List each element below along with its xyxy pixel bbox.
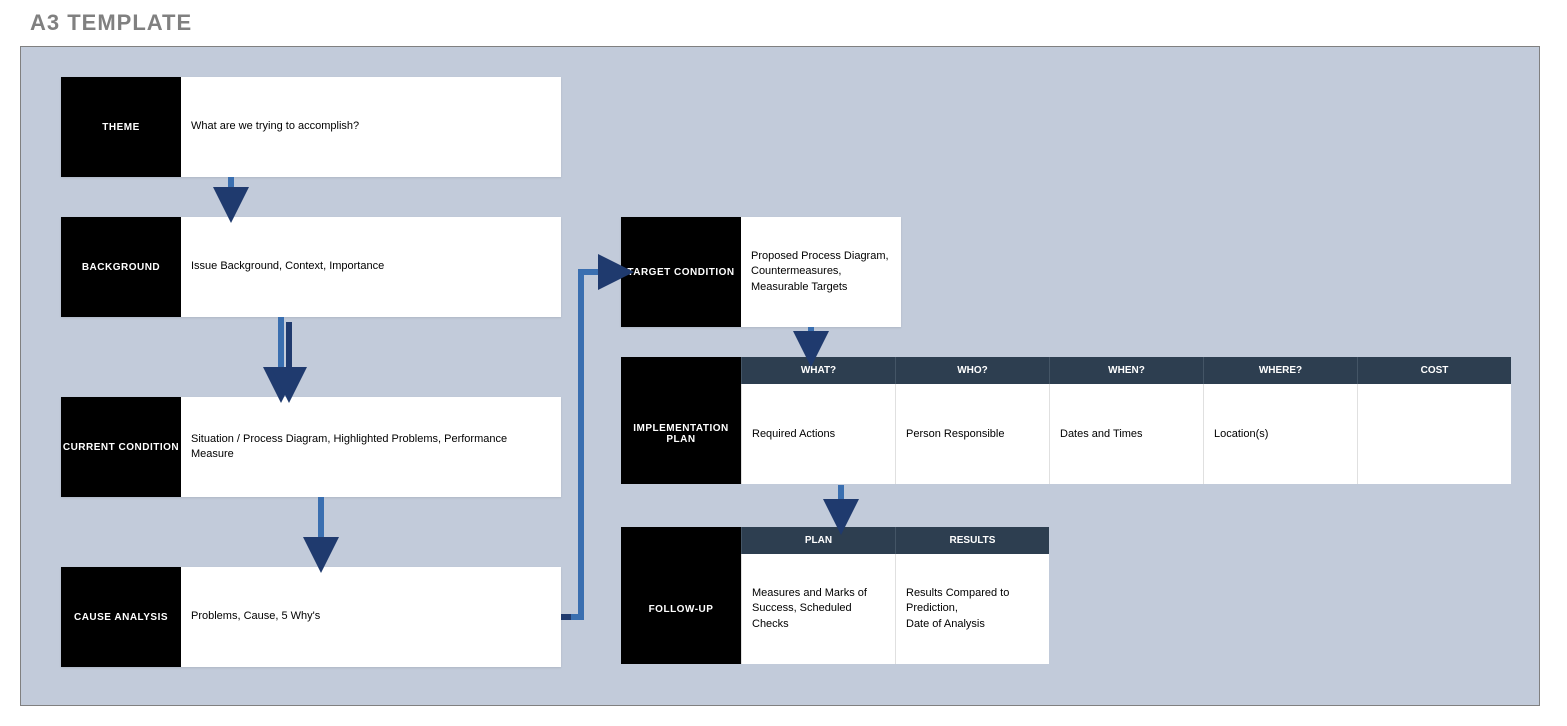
followup-body: FOLLOW-UP Measures and Marks of Success,… [621,554,1049,664]
header-where: WHERE? [1203,357,1357,384]
cell-where: Location(s) [1203,384,1357,484]
arrow-down-icon [271,317,301,397]
header-cost: COST [1357,357,1511,384]
box-target-condition: TARGET CONDITION Proposed Process Diagra… [621,217,901,327]
content-target-condition: Proposed Process Diagram, Countermeasure… [741,217,901,327]
arrow-down-icon [221,177,241,217]
followup-headers: PLAN RESULTS [621,527,1049,554]
box-followup: PLAN RESULTS FOLLOW-UP Measures and Mark… [621,527,1049,664]
implementation-header-spacer [621,357,741,384]
arrow-down-icon [311,497,331,567]
cell-who: Person Responsible [895,384,1049,484]
box-theme: THEME What are we trying to accomplish? [61,77,561,177]
box-current-condition: CURRENT CONDITION Situation / Process Di… [61,397,561,497]
label-followup: FOLLOW-UP [621,554,741,664]
box-cause-analysis: CAUSE ANALYSIS Problems, Cause, 5 Why's [61,567,561,667]
a3-canvas: THEME What are we trying to accomplish? … [20,46,1540,706]
label-target-condition: TARGET CONDITION [621,217,741,327]
label-current-condition: CURRENT CONDITION [61,397,181,497]
content-current-condition: Situation / Process Diagram, Highlighted… [181,397,561,497]
box-background: BACKGROUND Issue Background, Context, Im… [61,217,561,317]
arrow-down-icon [831,485,851,530]
arrow-elbow-icon [561,247,631,627]
page-title: A3 TEMPLATE [30,10,1547,36]
cell-results: Results Compared to Prediction, Date of … [895,554,1049,664]
implementation-body: IMPLEMENTATION PLAN Required Actions Per… [621,384,1511,484]
header-results: RESULTS [895,527,1049,554]
box-implementation-plan: WHAT? WHO? WHEN? WHERE? COST IMPLEMENTAT… [621,357,1511,484]
followup-header-spacer [621,527,741,554]
header-when: WHEN? [1049,357,1203,384]
content-theme: What are we trying to accomplish? [181,77,561,177]
cell-plan: Measures and Marks of Success, Scheduled… [741,554,895,664]
header-plan: PLAN [741,527,895,554]
label-theme: THEME [61,77,181,177]
label-cause-analysis: CAUSE ANALYSIS [61,567,181,667]
cell-what: Required Actions [741,384,895,484]
implementation-headers: WHAT? WHO? WHEN? WHERE? COST [621,357,1511,384]
arrow-down-icon [801,327,821,362]
label-implementation-plan: IMPLEMENTATION PLAN [621,384,741,484]
label-background: BACKGROUND [61,217,181,317]
content-background: Issue Background, Context, Importance [181,217,561,317]
content-cause-analysis: Problems, Cause, 5 Why's [181,567,561,667]
cell-when: Dates and Times [1049,384,1203,484]
header-who: WHO? [895,357,1049,384]
cell-cost [1357,384,1511,484]
